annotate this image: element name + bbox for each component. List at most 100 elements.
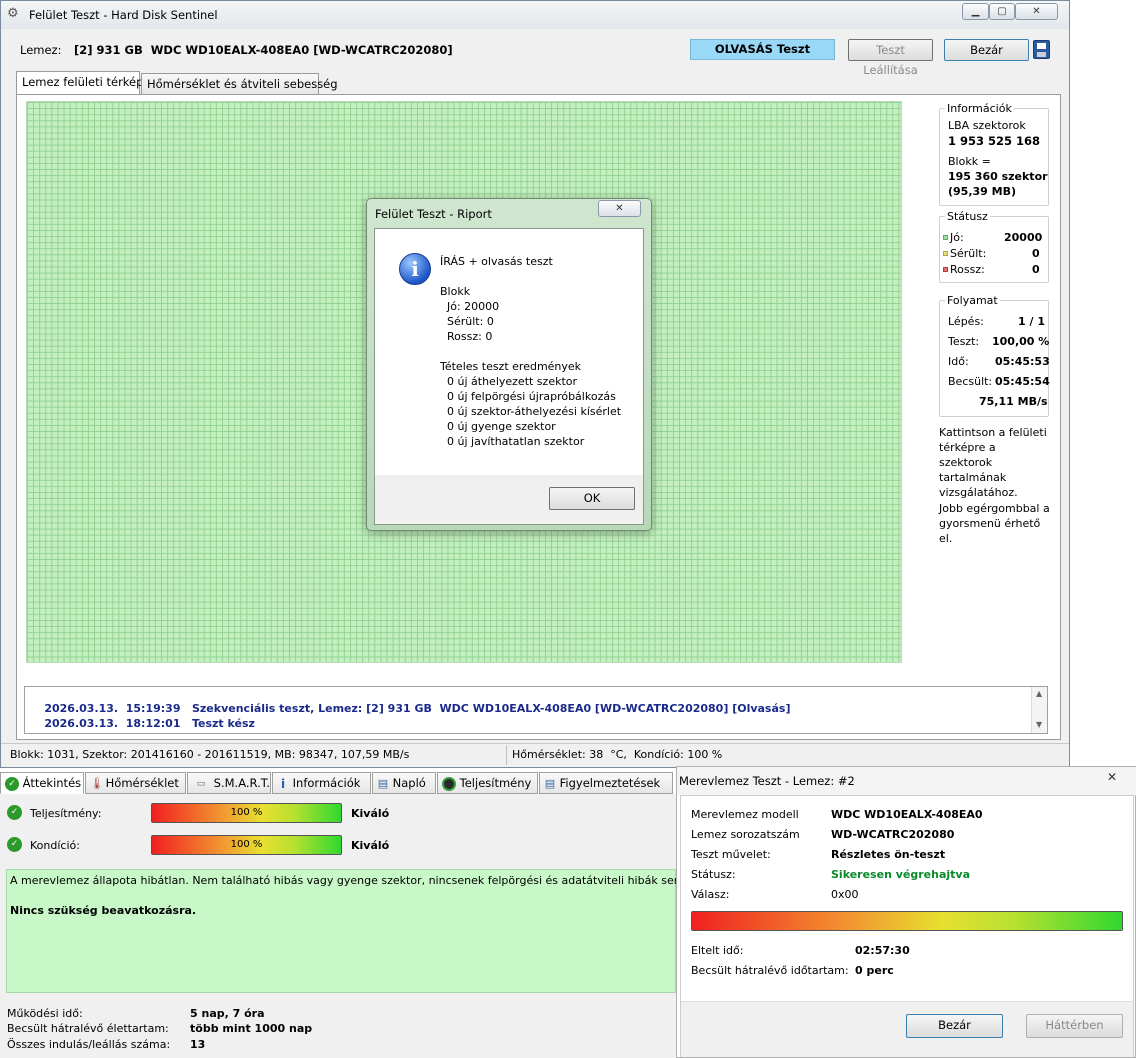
good-value: 20000 xyxy=(1004,231,1043,244)
model-label: Merevlemez modell xyxy=(691,808,799,821)
lba-value: 1 953 525 168 xyxy=(948,134,1041,148)
bad-swatch xyxy=(943,267,948,272)
test-window-title: Merevlemez Teszt - Lemez: #2 xyxy=(679,774,855,788)
performance-bar: 100 % xyxy=(151,803,342,823)
log-scrollbar[interactable]: ▲ ▼ xyxy=(1031,687,1047,733)
good-label: Jó: xyxy=(950,231,964,244)
tab-overview[interactable]: ✓ Áttekintés xyxy=(0,772,84,794)
test-progress-fill xyxy=(692,912,1122,930)
est-label: Becsült: xyxy=(948,375,993,388)
test-window-titlebar[interactable]: Merevlemez Teszt - Lemez: #2 ✕ xyxy=(677,767,1136,795)
maximize-button[interactable]: ▢ xyxy=(989,3,1015,20)
thermometer-icon: 🌡 xyxy=(90,776,104,790)
lba-label: LBA szektorok xyxy=(948,119,1026,132)
dialog-body: i ÍRÁS + olvasás teszt Blokk Jó: 20000 S… xyxy=(374,228,644,525)
progress-group-title: Folyamat xyxy=(945,294,1000,307)
time-value: 05:45:53 xyxy=(995,355,1050,368)
scroll-down-icon[interactable]: ▼ xyxy=(1036,720,1042,729)
lifetime-value: több mint 1000 nap xyxy=(190,1022,313,1035)
statusbar-temperature: Hőmérséklet: 38 °C, Kondíció: 100 % xyxy=(512,748,723,761)
uptime-label: Működési idő: xyxy=(7,1007,83,1020)
dialog-heading: ÍRÁS + olvasás teszt xyxy=(440,255,553,268)
report-dialog: Felület Teszt - Riport ✕ i ÍRÁS + olvasá… xyxy=(366,198,652,531)
test-window-close-icon[interactable]: ✕ xyxy=(1107,770,1117,784)
remaining-label: Becsült hátralévő időtartam: xyxy=(691,964,849,977)
operation-value: Részletes ön-teszt xyxy=(831,848,946,861)
response-label: Válasz: xyxy=(691,888,730,901)
tab-log[interactable]: ▤ Napló xyxy=(372,772,436,794)
info-group-title: Információk xyxy=(945,102,1014,115)
app-icon: ⚙ xyxy=(7,6,19,21)
log-text: Szekvenciális teszt, Lemez: [2] 931 GB W… xyxy=(191,702,791,715)
tab-surface-map[interactable]: Lemez felületi térkép xyxy=(16,71,144,96)
damaged-swatch xyxy=(943,251,948,256)
health-check-icon: ✓ xyxy=(7,837,22,852)
health-message: A merevlemez állapota hibátlan. Nem talá… xyxy=(10,874,688,887)
disk-label: Lemez: xyxy=(20,43,62,57)
dialog-footer: OK xyxy=(375,475,643,524)
scroll-up-icon[interactable]: ▲ xyxy=(1036,689,1042,698)
lifetime-label: Becsült hátralévő élettartam: xyxy=(7,1022,169,1035)
dialog-result-item: 0 új szektor-áthelyezési kísérlet xyxy=(447,405,622,418)
alert-document-icon: ▤ xyxy=(544,776,556,790)
test-status-value: Sikeresen végrehajtva xyxy=(831,868,970,881)
test-window-body: Merevlemez modell WDC WD10EALX-408EA0 Le… xyxy=(680,795,1134,1057)
hint-right-click: Jobb egérgombbal a gyorsmenü érhető el. xyxy=(939,502,1050,545)
block-label: Blokk = xyxy=(948,155,991,168)
block-size: (95,39 MB) xyxy=(948,185,1017,198)
health-bar: 100 % xyxy=(151,835,342,855)
good-swatch xyxy=(943,235,948,240)
uptime-value: 5 nap, 7 óra xyxy=(190,1007,265,1020)
serial-label: Lemez sorozatszám xyxy=(691,828,800,841)
dialog-good: Jó: 20000 xyxy=(447,300,500,313)
background-button[interactable]: Háttérben xyxy=(1026,1014,1123,1038)
dialog-title: Felület Teszt - Riport xyxy=(375,207,492,221)
performance-value: 100 % xyxy=(230,807,263,818)
close-window-button[interactable]: ✕ xyxy=(1015,3,1058,20)
tab-performance[interactable]: Teljesítmény xyxy=(437,772,538,794)
disk-value: [2] 931 GB WDC WD10EALX-408EA0 [WD-WCATR… xyxy=(74,43,453,57)
title-bar[interactable]: ⚙ Felület Teszt - Hard Disk Sentinel ▁ ▢… xyxy=(1,1,1069,29)
performance-label: Teljesítmény: xyxy=(30,807,102,820)
tab-label: Áttekintés xyxy=(22,776,82,790)
dialog-results-title: Tételes teszt eredmények xyxy=(440,360,582,373)
damaged-label: Sérült: xyxy=(950,247,987,260)
tab-label: Lemez felületi térkép xyxy=(22,75,144,89)
ok-button[interactable]: OK xyxy=(549,487,635,510)
block-value: 195 360 szektor xyxy=(948,170,1048,183)
dialog-close-button[interactable]: ✕ xyxy=(598,200,641,217)
dialog-result-item: 0 új javíthatatlan szektor xyxy=(447,435,585,448)
health-label: Kondíció: xyxy=(30,839,80,852)
health-message-bold: Nincs szükség beavatkozásra. xyxy=(10,904,197,917)
drive-icon: ▭ xyxy=(196,778,206,789)
dialog-result-item: 0 új gyenge szektor xyxy=(447,420,556,433)
dialog-result-item: 0 új áthelyezett szektor xyxy=(447,375,578,388)
log-row: 2026.03.13. 18:12:01 Teszt kész xyxy=(29,704,255,743)
tab-label: Hőmérséklet és átviteli sebesség xyxy=(147,77,338,91)
close-button[interactable]: Bezár xyxy=(944,39,1029,61)
tab-information[interactable]: i Információk xyxy=(272,772,371,794)
save-icon[interactable] xyxy=(1033,40,1050,59)
test-close-button[interactable]: Bezár xyxy=(906,1014,1003,1038)
elapsed-value: 02:57:30 xyxy=(855,944,910,957)
stop-test-button[interactable]: Teszt Leállítása xyxy=(848,39,933,77)
dialog-block-title: Blokk xyxy=(440,285,471,298)
remaining-value: 0 perc xyxy=(855,964,894,977)
statusbar-divider xyxy=(506,745,507,765)
tab-smart[interactable]: ▭ S.M.A.R.T. xyxy=(187,772,271,794)
starts-value: 13 xyxy=(190,1038,206,1051)
good-row: Jó: xyxy=(943,231,964,244)
status-banner: OLVASÁS Teszt xyxy=(690,39,835,60)
disk-test-window: Merevlemez Teszt - Lemez: #2 ✕ Merevleme… xyxy=(676,766,1136,1058)
response-value: 0x00 xyxy=(831,888,859,901)
info-small-icon: i xyxy=(280,776,286,791)
minimize-button[interactable]: ▁ xyxy=(962,3,989,20)
tab-label: Napló xyxy=(392,776,426,790)
dialog-bad: Rossz: 0 xyxy=(447,330,493,343)
serial-value: WD-WCATRC202080 xyxy=(831,828,955,841)
document-icon: ▤ xyxy=(377,776,389,790)
tab-alerts[interactable]: ▤ Figyelmeztetések xyxy=(539,772,673,794)
tab-temperature[interactable]: 🌡 Hőmérséklet xyxy=(85,772,186,794)
test-label: Teszt: xyxy=(948,335,980,348)
tab-temperature-speed[interactable]: Hőmérséklet és átviteli sebesség xyxy=(141,73,338,96)
